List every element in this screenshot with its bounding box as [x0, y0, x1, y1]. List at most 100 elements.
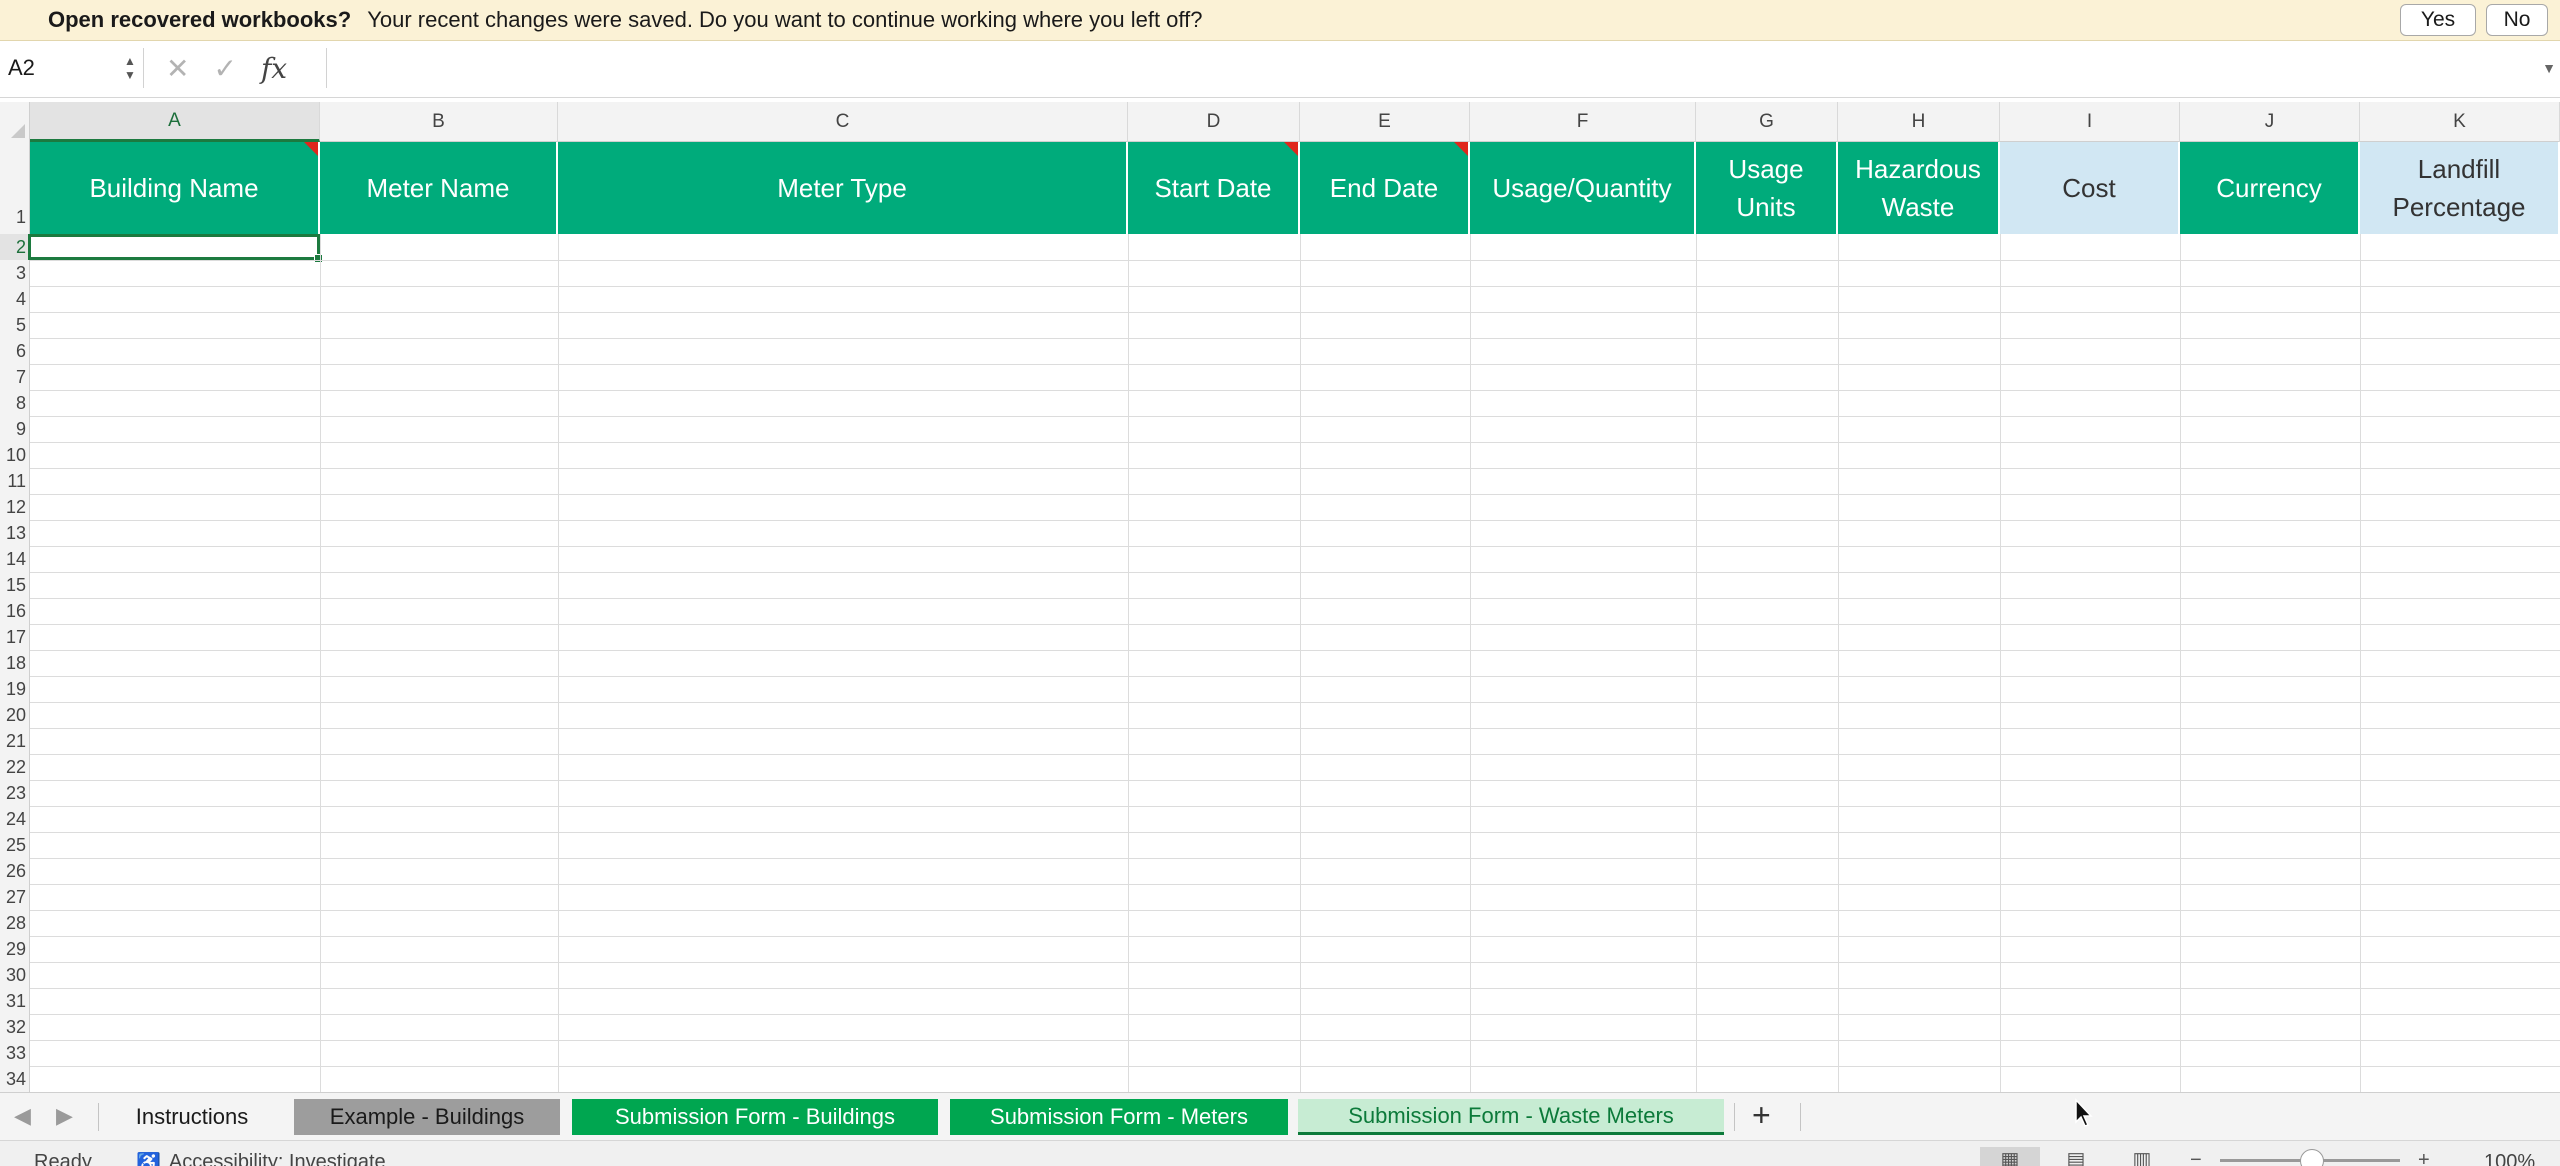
header-cell-b[interactable]: Meter Name [320, 142, 558, 234]
zoom-out-icon[interactable]: − [2190, 1149, 2202, 1166]
expand-formula-bar-icon[interactable]: ▼ [2542, 60, 2556, 76]
cell-area[interactable] [28, 234, 2560, 1092]
header-cell-e[interactable]: End Date [1300, 142, 1470, 234]
cancel-formula-icon[interactable]: ✕ [166, 52, 189, 85]
comment-indicator-icon[interactable] [304, 142, 318, 156]
row-header-4[interactable]: 4 [0, 286, 30, 312]
accessibility-icon: ♿ [136, 1153, 161, 1166]
column-header-h[interactable]: H [1838, 102, 2000, 142]
zoom-in-icon[interactable]: + [2418, 1149, 2430, 1166]
row-header-29[interactable]: 29 [0, 936, 30, 962]
header-cell-d[interactable]: Start Date [1128, 142, 1300, 234]
column-header-e[interactable]: E [1300, 102, 1470, 142]
header-cell-label: Usage/Quantity [1492, 173, 1672, 203]
row-header-32[interactable]: 32 [0, 1014, 30, 1040]
name-box-stepper-icon[interactable]: ▲ ▼ [120, 48, 140, 88]
row-header-10[interactable]: 10 [0, 442, 30, 468]
row-header-18[interactable]: 18 [0, 650, 30, 676]
sheet-tab-submission-form-waste-meters[interactable]: Submission Form - Waste Meters [1298, 1099, 1724, 1135]
sheet-tab-submission-form-meters[interactable]: Submission Form - Meters [950, 1099, 1288, 1135]
select-all-corner[interactable] [0, 102, 30, 142]
row-header-34[interactable]: 34 [0, 1066, 30, 1092]
row-header-14[interactable]: 14 [0, 546, 30, 572]
header-cell-a[interactable]: Building Name [30, 142, 320, 234]
comment-indicator-icon[interactable] [1454, 142, 1468, 156]
grid-column-line [1300, 234, 1301, 1092]
column-header-k[interactable]: K [2360, 102, 2560, 142]
row-header-17[interactable]: 17 [0, 624, 30, 650]
grid-column-line [2180, 234, 2181, 1092]
row-header-2[interactable]: 2 [0, 234, 30, 260]
row-header-9[interactable]: 9 [0, 416, 30, 442]
row-header-7[interactable]: 7 [0, 364, 30, 390]
column-header-f[interactable]: F [1470, 102, 1696, 142]
row-header-6[interactable]: 6 [0, 338, 30, 364]
row-header-21[interactable]: 21 [0, 728, 30, 754]
row-header-33[interactable]: 33 [0, 1040, 30, 1066]
row-header-12[interactable]: 12 [0, 494, 30, 520]
comment-indicator-icon[interactable] [1284, 142, 1298, 156]
grid-column-line [558, 234, 559, 1092]
row-header-31[interactable]: 31 [0, 988, 30, 1014]
header-cell-c[interactable]: Meter Type [558, 142, 1128, 234]
worksheet-grid[interactable]: ABCDEFGHIJK Building Name Meter Name Meter… [0, 102, 2560, 1092]
header-cell-g[interactable]: Usage Units [1696, 142, 1838, 234]
previous-sheet-icon[interactable]: ◀ [14, 1103, 31, 1129]
row-header-26[interactable]: 26 [0, 858, 30, 884]
header-cell-i[interactable]: Cost [2000, 142, 2180, 234]
recovery-yes-button[interactable]: Yes [2400, 4, 2476, 36]
header-cell-j[interactable]: Currency [2180, 142, 2360, 234]
header-cell-f[interactable]: Usage/Quantity [1470, 142, 1696, 234]
row-header-27[interactable]: 27 [0, 884, 30, 910]
zoom-slider-knob[interactable] [2300, 1149, 2324, 1166]
row-header-28[interactable]: 28 [0, 910, 30, 936]
row-header-23[interactable]: 23 [0, 780, 30, 806]
formula-input[interactable] [326, 48, 2536, 88]
add-sheet-button[interactable]: + [1752, 1097, 1771, 1134]
row-header-15[interactable]: 15 [0, 572, 30, 598]
normal-view-icon[interactable]: ▦ [1980, 1147, 2040, 1166]
header-cell-h[interactable]: Hazardous Waste [1838, 142, 2000, 234]
header-cell-label: Meter Name [366, 173, 510, 203]
row-header-20[interactable]: 20 [0, 702, 30, 728]
column-header-j[interactable]: J [2180, 102, 2360, 142]
confirm-formula-icon[interactable]: ✓ [213, 52, 236, 85]
mouse-pointer-icon [2075, 1098, 2093, 1127]
column-header-g[interactable]: G [1696, 102, 1838, 142]
row-header-22[interactable]: 22 [0, 754, 30, 780]
row-header-19[interactable]: 19 [0, 676, 30, 702]
page-layout-view-icon[interactable]: ▤ [2046, 1147, 2106, 1166]
header-cell-label: Landfill Percentage [2392, 154, 2526, 222]
header-cell-label: Currency [2216, 173, 2322, 203]
page-break-view-icon[interactable]: ▥ [2112, 1147, 2172, 1166]
grid-column-line [1128, 234, 1129, 1092]
column-header-c[interactable]: C [558, 102, 1128, 142]
sheet-tab-instructions[interactable]: Instructions [104, 1099, 280, 1135]
row-header-24[interactable]: 24 [0, 806, 30, 832]
row-header-13[interactable]: 13 [0, 520, 30, 546]
sheet-tab-submission-form-buildings[interactable]: Submission Form - Buildings [572, 1099, 938, 1135]
sheet-tab-example-buildings[interactable]: Example - Buildings [294, 1099, 560, 1135]
row-header-1[interactable]: 1 [0, 142, 30, 234]
insert-function-icon[interactable]: fx [261, 52, 287, 85]
column-header-i[interactable]: I [2000, 102, 2180, 142]
row-header-25[interactable]: 25 [0, 832, 30, 858]
accessibility-status[interactable]: ♿ Accessibility: Investigate [136, 1151, 386, 1166]
next-sheet-icon[interactable]: ▶ [56, 1103, 73, 1129]
active-cell-selection[interactable] [28, 234, 320, 260]
column-header-d[interactable]: D [1128, 102, 1300, 142]
row-header-11[interactable]: 11 [0, 468, 30, 494]
row-header-16[interactable]: 16 [0, 598, 30, 624]
accessibility-label: Accessibility: Investigate [168, 1151, 386, 1166]
zoom-level[interactable]: 100% [2484, 1151, 2535, 1166]
row-header-3[interactable]: 3 [0, 260, 30, 286]
column-header-b[interactable]: B [320, 102, 558, 142]
fill-handle[interactable] [314, 254, 323, 263]
row-header-5[interactable]: 5 [0, 312, 30, 338]
row-header-8[interactable]: 8 [0, 390, 30, 416]
row-header-30[interactable]: 30 [0, 962, 30, 988]
header-cell-k[interactable]: Landfill Percentage [2360, 142, 2560, 234]
column-header-a[interactable]: A [30, 102, 320, 142]
recovery-no-button[interactable]: No [2486, 4, 2548, 36]
sheet-tabs-bar: ◀ ▶ + Instructions Example - Buildings Sub… [0, 1092, 2560, 1140]
